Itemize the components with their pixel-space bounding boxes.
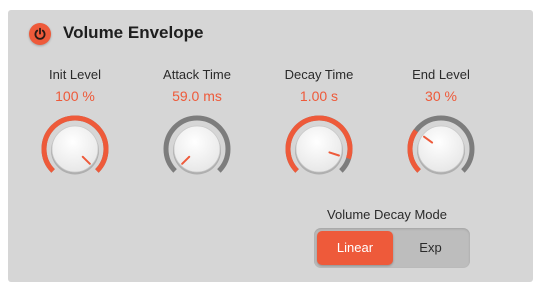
decay-time-knob[interactable] bbox=[284, 114, 354, 184]
init-level-knob[interactable] bbox=[40, 114, 110, 184]
decay-time-value: 1.00 s bbox=[299, 88, 339, 104]
knob-graphic bbox=[407, 115, 475, 175]
decay-time-control: Decay Time 1.00 s bbox=[264, 66, 374, 186]
end-level-knob[interactable] bbox=[406, 114, 476, 184]
volume-envelope-panel: Volume Envelope Init Level 100 % Attack … bbox=[8, 10, 533, 282]
volume-decay-mode-control: Linear Exp bbox=[314, 228, 470, 268]
init-level-control: Init Level 100 % bbox=[20, 66, 130, 186]
knob-graphic bbox=[163, 115, 231, 175]
power-button[interactable] bbox=[29, 23, 51, 45]
knob-graphic bbox=[41, 115, 109, 175]
attack-time-knob[interactable] bbox=[162, 114, 232, 184]
power-icon bbox=[34, 27, 46, 40]
attack-time-control: Attack Time 59.0 ms bbox=[142, 66, 252, 186]
decay-time-label: Decay Time bbox=[284, 67, 354, 82]
end-level-label: End Level bbox=[412, 67, 470, 82]
decay-mode-linear-button[interactable]: Linear bbox=[317, 231, 393, 265]
end-level-value: 30 % bbox=[425, 88, 457, 104]
knob-face bbox=[417, 125, 465, 173]
attack-time-label: Attack Time bbox=[163, 67, 231, 82]
attack-time-value: 59.0 ms bbox=[172, 88, 222, 104]
knob-face bbox=[173, 125, 221, 173]
plugin-title: Volume Envelope bbox=[63, 23, 204, 42]
init-level-value: 100 % bbox=[55, 88, 95, 104]
knob-graphic bbox=[285, 115, 353, 175]
knob-face bbox=[51, 125, 99, 173]
end-level-control: End Level 30 % bbox=[386, 66, 496, 186]
volume-decay-mode-label: Volume Decay Mode bbox=[327, 207, 447, 222]
init-level-label: Init Level bbox=[48, 67, 102, 82]
knob-face bbox=[295, 125, 343, 173]
decay-mode-exp-button[interactable]: Exp bbox=[394, 231, 467, 265]
